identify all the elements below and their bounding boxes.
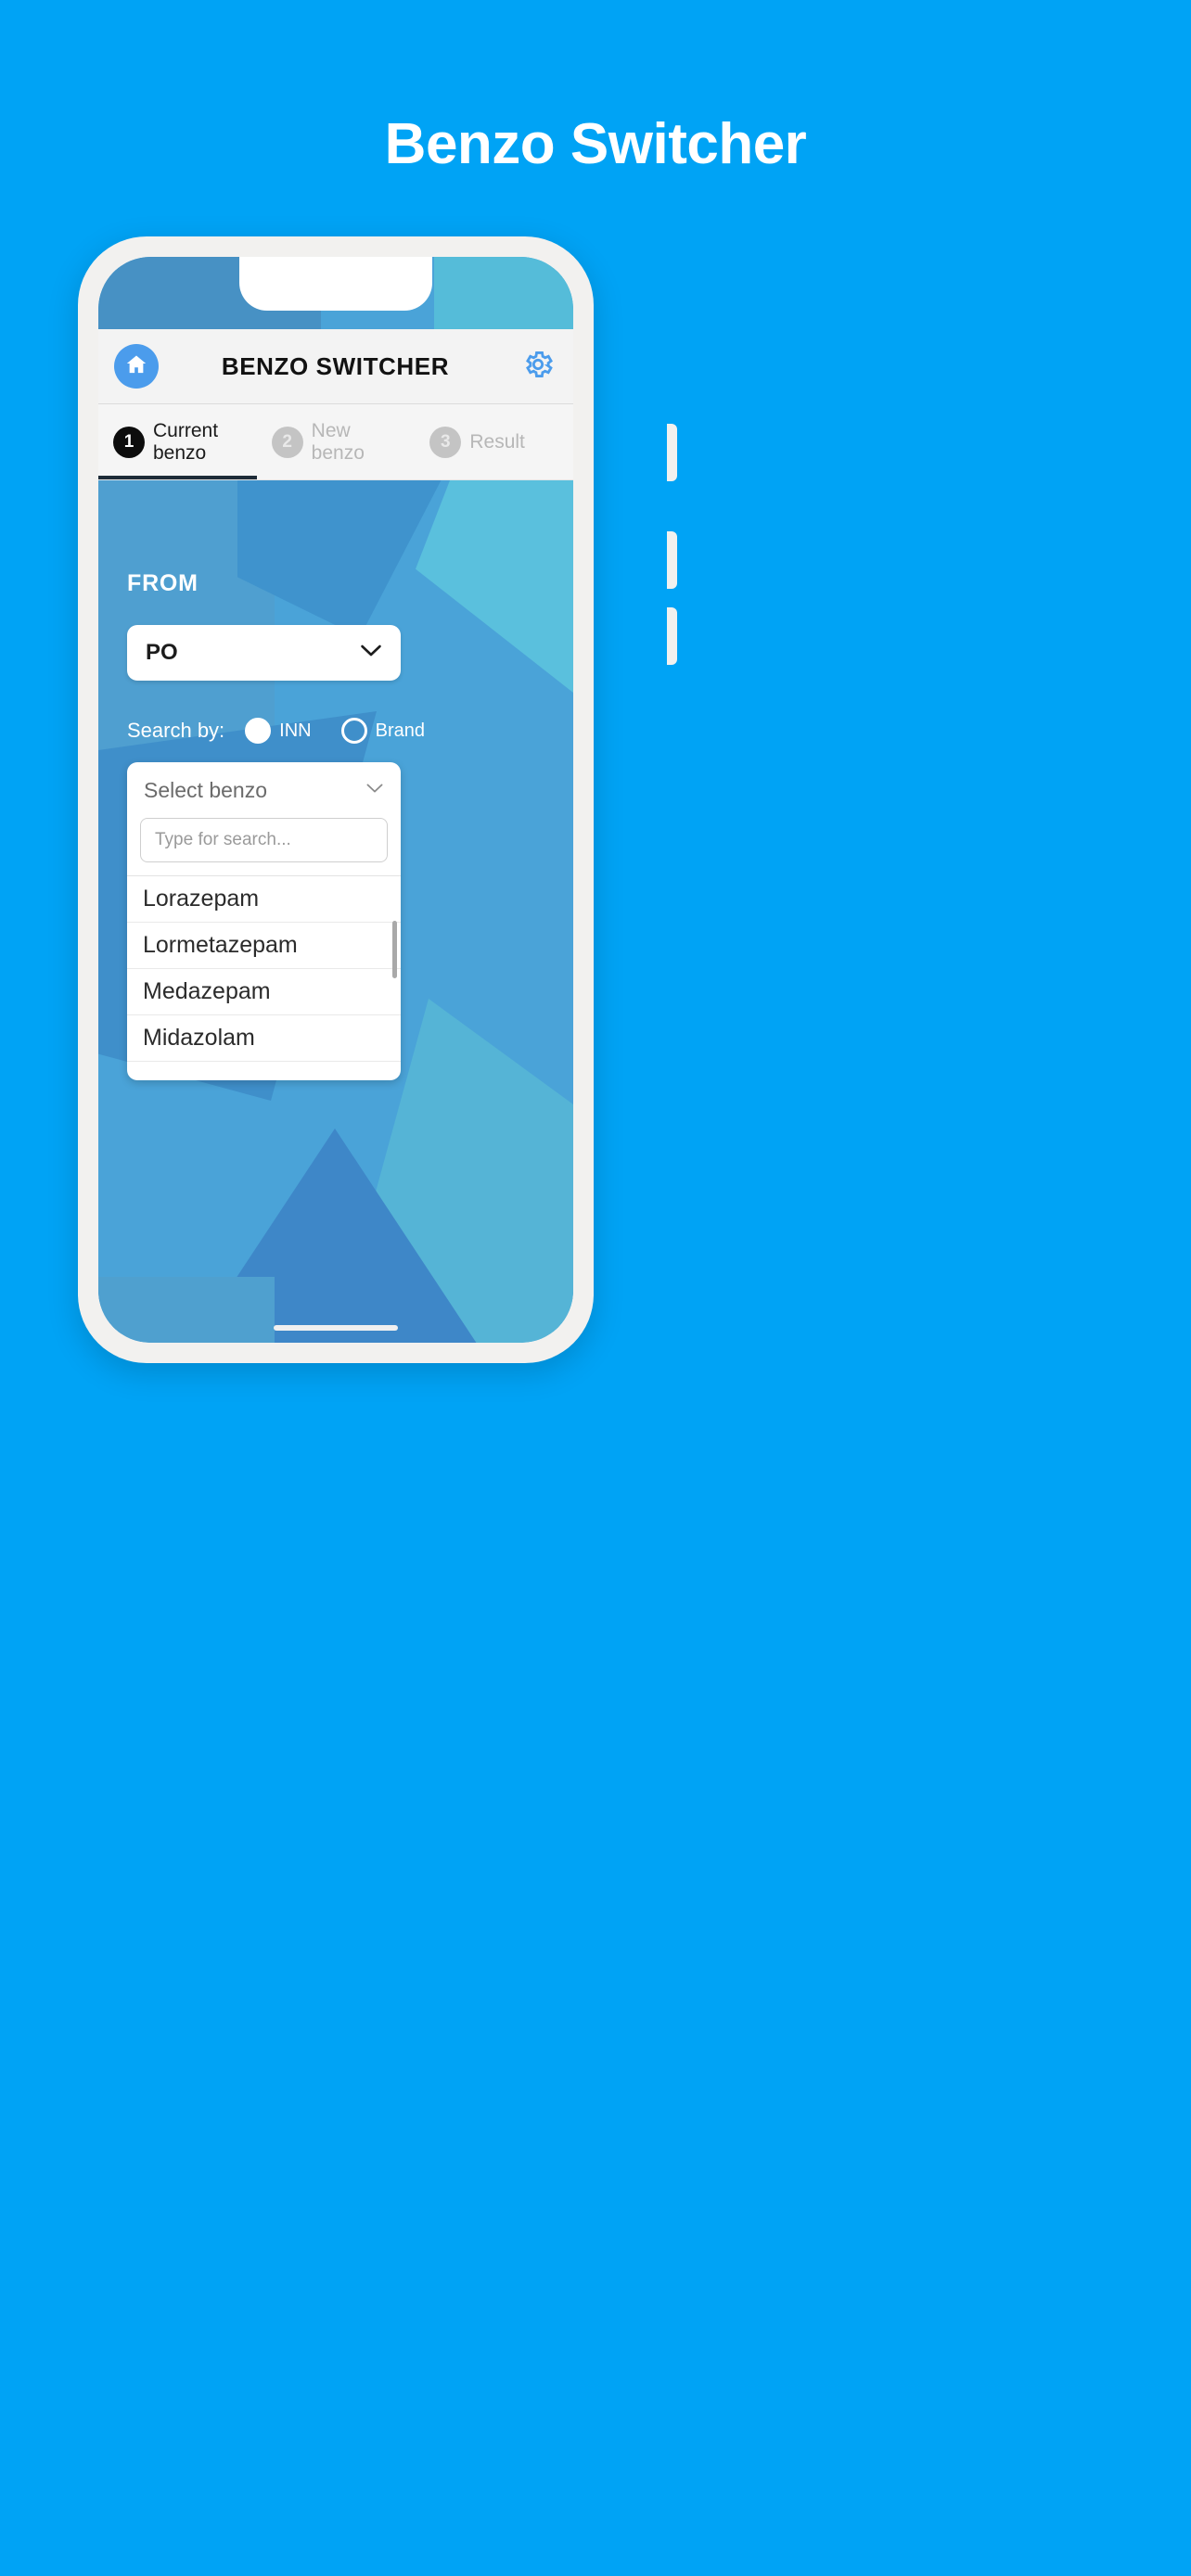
radio-option-brand[interactable]: Brand — [340, 718, 425, 744]
benzo-dropdown-panel: Select benzo Type for search... Lorazepa… — [127, 762, 401, 1080]
route-select-value: PO — [146, 640, 178, 665]
wallpaper-polygon — [416, 479, 573, 693]
app-title: BENZO SWITCHER — [221, 351, 450, 380]
radio-button-inn[interactable] — [245, 718, 272, 744]
benzo-search-placeholder: Type for search... — [155, 830, 291, 849]
wallpaper-polygon — [434, 257, 573, 329]
step-label: Result — [469, 430, 525, 453]
phone-mute-switch — [667, 424, 677, 481]
benzo-option-item[interactable]: Lormetazepam — [127, 923, 401, 969]
step-tab-new-benzo[interactable]: 2 New benzo — [257, 404, 416, 479]
phone-volume-down-button — [667, 607, 677, 665]
radio-option-inn[interactable]: INN — [245, 718, 312, 744]
phone-bezel: BENZO SWITCHER 1 Current benzo 2 New ben… — [98, 257, 573, 1343]
chevron-down-icon — [365, 782, 384, 798]
app-bar: BENZO SWITCHER — [98, 329, 573, 404]
settings-button[interactable] — [518, 346, 558, 387]
from-section-label: FROM — [127, 570, 198, 596]
wallpaper-polygon — [98, 1277, 275, 1343]
app-content: FROM PO Search by: INN Brand Select benz… — [98, 479, 573, 1343]
benzo-dropdown-toggle[interactable]: Select benzo — [127, 762, 401, 818]
benzo-search-wrapper: Type for search... — [127, 818, 401, 875]
step-label: Current benzo — [153, 419, 219, 464]
step-number-badge: 3 — [429, 426, 462, 458]
chevron-down-icon — [360, 644, 382, 662]
benzo-option-list-padding — [127, 1062, 401, 1080]
phone-screen: BENZO SWITCHER 1 Current benzo 2 New ben… — [98, 257, 573, 1343]
route-select[interactable]: PO — [127, 625, 401, 681]
step-number-badge: 1 — [113, 426, 145, 458]
gear-icon — [521, 348, 555, 386]
home-indicator — [274, 1325, 398, 1331]
phone-volume-up-button — [667, 531, 677, 589]
stepper-tabs: 1 Current benzo 2 New benzo 3 Result — [98, 404, 573, 480]
search-by-row: Search by: INN Brand — [127, 713, 546, 748]
radio-label-brand: Brand — [375, 720, 425, 741]
radio-button-brand[interactable] — [340, 718, 367, 744]
benzo-list-scrollbar[interactable] — [392, 921, 397, 978]
benzo-search-input[interactable]: Type for search... — [140, 818, 388, 862]
benzo-option-item[interactable]: Lorazepam — [127, 876, 401, 923]
search-by-label: Search by: — [127, 719, 225, 742]
radio-label-inn: INN — [279, 720, 312, 741]
home-icon — [124, 352, 148, 381]
step-tab-result[interactable]: 3 Result — [415, 404, 573, 479]
benzo-dropdown-placeholder: Select benzo — [144, 777, 267, 802]
benzo-option-item[interactable]: Midazolam — [127, 1015, 401, 1062]
step-number-badge: 2 — [271, 426, 303, 458]
home-button[interactable] — [114, 344, 159, 389]
phone-mockup: BENZO SWITCHER 1 Current benzo 2 New ben… — [78, 236, 677, 1363]
benzo-option-list[interactable]: Lorazepam Lormetazepam Medazepam Midazol… — [127, 875, 401, 1080]
step-label: New benzo — [311, 419, 365, 464]
page-title: Benzo Switcher — [384, 112, 807, 176]
phone-notch — [239, 257, 432, 311]
step-tab-current-benzo[interactable]: 1 Current benzo — [98, 404, 257, 479]
benzo-option-item[interactable]: Medazepam — [127, 969, 401, 1015]
